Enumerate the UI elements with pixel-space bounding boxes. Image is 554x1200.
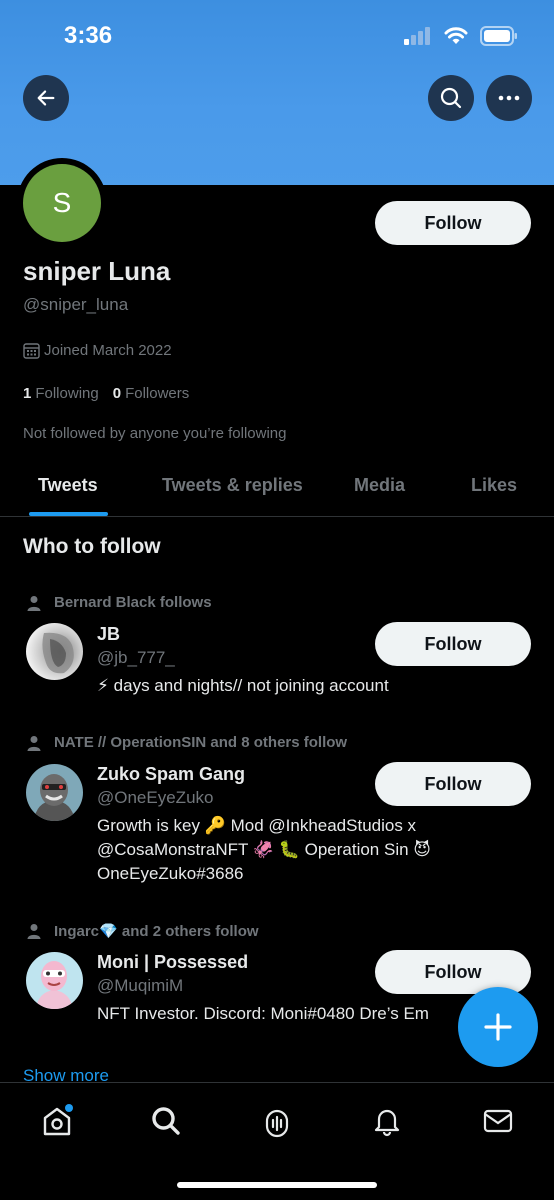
- nav-home[interactable]: [37, 1101, 77, 1141]
- search-button[interactable]: [428, 75, 474, 121]
- who-to-follow-title: Who to follow: [23, 535, 161, 558]
- tab-media[interactable]: Media: [354, 475, 405, 496]
- suggestion-handle: @OneEyeZuko: [97, 788, 214, 807]
- social-context: Bernard Black follows: [26, 594, 212, 611]
- search-icon: [440, 87, 462, 109]
- more-button[interactable]: [486, 75, 532, 121]
- signal-icon: [404, 27, 430, 45]
- social-context-text: Bernard Black follows: [54, 594, 212, 611]
- not-followed-text: Not followed by anyone you’re following: [23, 425, 287, 442]
- suggestion-bio: Growth is key 🔑 Mod @InkheadStudios x @C…: [97, 816, 431, 883]
- nav-search[interactable]: [146, 1101, 186, 1141]
- back-button[interactable]: [23, 75, 69, 121]
- joined-text: Joined March 2022: [44, 342, 172, 359]
- followers-label: Followers: [125, 385, 190, 402]
- avatar[interactable]: [26, 764, 83, 821]
- avatar-initial: S: [23, 164, 101, 242]
- profile-follow-button[interactable]: Follow: [375, 201, 531, 245]
- person-icon: [27, 595, 41, 611]
- wifi-icon: [444, 27, 468, 44]
- suggestion-name[interactable]: JB: [97, 624, 120, 645]
- back-arrow-icon: [37, 90, 55, 106]
- avatar[interactable]: [26, 952, 83, 1009]
- person-icon: [27, 924, 41, 939]
- avatar-image: [34, 774, 75, 821]
- suggestion-handle: @MuqimiM: [97, 976, 184, 995]
- active-tab-indicator: [29, 512, 108, 516]
- mail-icon: [483, 1109, 513, 1133]
- home-icon: [43, 1104, 73, 1136]
- follow-counts: 1 Following 0 Followers: [23, 385, 189, 402]
- following-label: Following: [35, 385, 99, 402]
- tab-tweets-replies[interactable]: Tweets & replies: [162, 475, 303, 496]
- following-count: 1: [23, 385, 32, 402]
- avatar-image: [36, 961, 73, 1009]
- status-bar: 3:36: [0, 0, 554, 70]
- social-context-text: Ingarc💎 and 2 others follow: [54, 923, 259, 940]
- nav-messages[interactable]: [478, 1101, 518, 1141]
- social-context: Ingarc💎 and 2 others follow: [26, 922, 259, 940]
- profile-tabs: Tweets Tweets & replies Media Likes: [0, 457, 554, 517]
- social-context-text: NATE // OperationSIN and 8 others follow: [54, 734, 348, 751]
- avatar[interactable]: [26, 623, 83, 680]
- status-icons: [404, 26, 518, 46]
- person-icon: [27, 735, 41, 751]
- profile-handle: @sniper_luna: [23, 295, 129, 314]
- compose-button[interactable]: [458, 987, 538, 1067]
- suggestion-bio: NFT Investor. Discord: Moni#0480 Dre’s E…: [97, 1004, 429, 1023]
- status-time: 3:36: [64, 22, 113, 49]
- social-context: NATE // OperationSIN and 8 others follow: [26, 734, 347, 751]
- search-icon: [152, 1107, 180, 1135]
- spaces-icon: [265, 1109, 289, 1138]
- followers-count: 0: [112, 385, 122, 402]
- nav-notifications[interactable]: [367, 1101, 407, 1141]
- follow-button[interactable]: Follow: [375, 762, 531, 806]
- follow-button[interactable]: Follow: [375, 622, 531, 666]
- avatar-image: [42, 632, 74, 674]
- more-icon: [498, 95, 520, 101]
- suggestion-handle: @jb_777_: [97, 648, 175, 667]
- bell-icon: [374, 1109, 400, 1137]
- home-indicator: [177, 1182, 377, 1188]
- suggestion-name[interactable]: Moni | Possessed: [97, 952, 248, 973]
- profile-name: sniper Luna: [23, 256, 171, 286]
- suggestion-bio: ⚡ days and nights// not joining account: [97, 676, 389, 695]
- following-link[interactable]: 1 Following: [23, 385, 99, 402]
- suggestion-name[interactable]: Zuko Spam Gang: [97, 764, 245, 785]
- battery-icon: [480, 26, 517, 46]
- profile-avatar[interactable]: S: [17, 158, 107, 248]
- plus-icon: [484, 1013, 512, 1041]
- tab-likes[interactable]: Likes: [471, 475, 517, 496]
- tab-tweets[interactable]: Tweets: [38, 475, 98, 496]
- calendar-icon: [23, 343, 40, 359]
- joined-date: Joined March 2022: [23, 342, 172, 359]
- nav-spaces[interactable]: [257, 1101, 297, 1141]
- followers-link[interactable]: 0 Followers: [113, 385, 190, 402]
